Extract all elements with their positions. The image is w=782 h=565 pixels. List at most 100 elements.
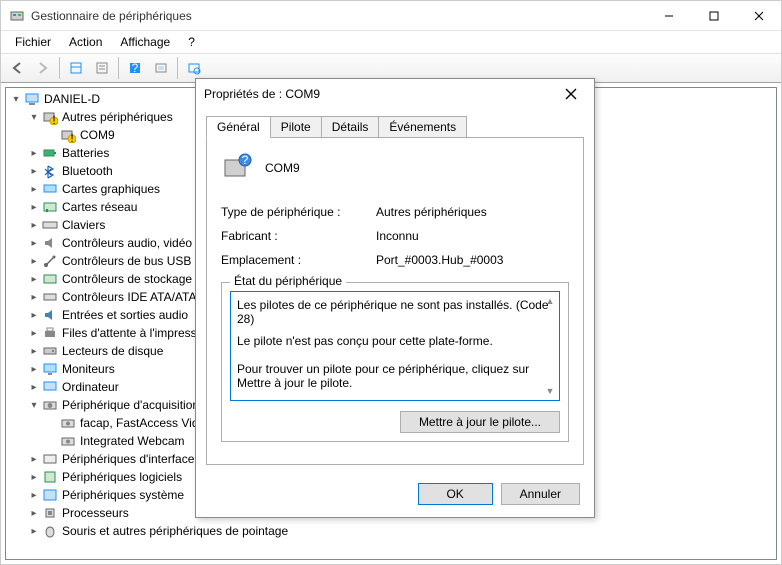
audio-io-icon [42,307,58,323]
network-adapter-icon [42,199,58,215]
expand-icon[interactable]: ▸ [28,219,40,231]
tree-item-label: Cartes graphiques [60,182,162,196]
monitor-icon [42,361,58,377]
tree-item-label: Processeurs [60,506,131,520]
collapse-icon[interactable]: ▾ [10,93,22,105]
tree-mice[interactable]: ▸ Souris et autres périphériques de point… [28,522,776,540]
location-label: Emplacement : [221,253,376,267]
tree-item-label: Autres périphériques [60,110,175,124]
scroll-down-icon[interactable]: ▼ [543,384,557,398]
battery-icon [42,145,58,161]
ide-icon [42,289,58,305]
tree-item-label: Lecteurs de disque [60,344,165,358]
disk-icon [42,343,58,359]
devices-button[interactable] [149,56,173,80]
manufacturer-value: Inconnu [376,229,419,243]
expand-icon[interactable]: ▸ [28,291,40,303]
back-button[interactable] [5,56,29,80]
expand-icon[interactable]: ▸ [28,309,40,321]
expand-icon[interactable]: ▸ [28,363,40,375]
device-name: COM9 [265,161,300,175]
device-status-text[interactable]: Les pilotes de ce périphérique ne sont p… [230,291,560,401]
expand-icon[interactable]: ▸ [28,327,40,339]
tab-general[interactable]: Général [206,116,271,138]
expand-icon[interactable]: ▸ [28,273,40,285]
expand-icon[interactable]: ▸ [28,165,40,177]
menu-view[interactable]: Affichage [112,33,178,51]
tree-item-label: Contrôleurs de stockage [60,272,194,286]
close-button[interactable] [736,1,781,30]
tab-driver[interactable]: Pilote [270,116,322,138]
tree-item-label: Bluetooth [60,164,115,178]
tree-item-label: Ordinateur [60,380,121,394]
keyboard-icon [42,217,58,233]
status-line-3: Pour trouver un pilote pour ce périphéri… [237,362,553,390]
warning-device-icon: ! [60,127,76,143]
tree-item-label: COM9 [78,128,117,142]
cancel-button[interactable]: Annuler [501,483,580,505]
view-mode-button[interactable] [64,56,88,80]
menu-help[interactable]: ? [180,33,203,51]
dialog-close-button[interactable] [556,80,586,108]
bluetooth-icon [42,163,58,179]
forward-button[interactable] [31,56,55,80]
properties-button[interactable] [90,56,114,80]
scan-button[interactable] [182,56,206,80]
dialog-button-row: OK Annuler [196,475,594,517]
status-line-2: Le pilote n'est pas conçu pour cette pla… [237,334,553,348]
tree-item-label: Périphériques système [60,488,186,502]
tree-item-label: Batteries [60,146,111,160]
svg-text:?: ? [242,153,249,167]
printer-icon [42,325,58,341]
manufacturer-label: Fabricant : [221,229,376,243]
menu-action[interactable]: Action [61,33,110,51]
type-value: Autres périphériques [376,205,487,219]
expand-icon[interactable]: ▸ [28,345,40,357]
menu-file[interactable]: Fichier [7,33,59,51]
collapse-icon[interactable]: ▾ [28,111,40,123]
tree-item-label: Souris et autres périphériques de pointa… [60,524,290,538]
usb-icon [42,253,58,269]
expand-icon[interactable]: ▸ [28,147,40,159]
status-scrollbar[interactable]: ▲ ▼ [543,294,557,398]
expand-icon[interactable]: ▸ [28,183,40,195]
tab-events[interactable]: Événements [378,116,467,138]
expand-icon[interactable]: ▸ [28,471,40,483]
maximize-button[interactable] [691,1,736,30]
tab-page-general: ? COM9 Type de périphérique :Autres péri… [206,137,584,465]
location-value: Port_#0003.Hub_#0003 [376,253,503,267]
hid-icon [42,451,58,467]
system-icon [42,487,58,503]
expand-icon[interactable]: ▸ [28,453,40,465]
expand-icon[interactable]: ▸ [28,381,40,393]
tree-item-label: Cartes réseau [60,200,139,214]
window-title: Gestionnaire de périphériques [31,9,646,23]
expand-icon[interactable]: ▸ [28,201,40,213]
expand-icon[interactable]: ▸ [28,489,40,501]
app-icon [9,8,25,24]
tree-item-label: Claviers [60,218,107,232]
computer-icon [42,379,58,395]
scroll-up-icon[interactable]: ▲ [543,294,557,308]
collapse-icon[interactable]: ▾ [28,399,40,411]
dialog-title: Propriétés de : COM9 [204,87,556,101]
status-line-1: Les pilotes de ce périphérique ne sont p… [237,298,553,326]
expand-icon[interactable]: ▸ [28,237,40,249]
expand-icon[interactable]: ▸ [28,525,40,537]
software-icon [42,469,58,485]
help-button[interactable]: ? [123,56,147,80]
svg-text:?: ? [132,61,139,75]
sound-icon [42,235,58,251]
expand-icon[interactable]: ▸ [28,507,40,519]
camera-icon [60,415,76,431]
update-driver-button[interactable]: Mettre à jour le pilote... [400,411,560,433]
storage-icon [42,271,58,287]
expand-icon[interactable]: ▸ [28,255,40,267]
tree-item-label: Périphériques logiciels [60,470,184,484]
ok-button[interactable]: OK [418,483,493,505]
minimize-button[interactable] [646,1,691,30]
tree-item-label: Integrated Webcam [78,434,187,448]
tree-item-label: Moniteurs [60,362,117,376]
device-large-icon: ? [221,152,253,184]
tab-details[interactable]: Détails [321,116,380,138]
